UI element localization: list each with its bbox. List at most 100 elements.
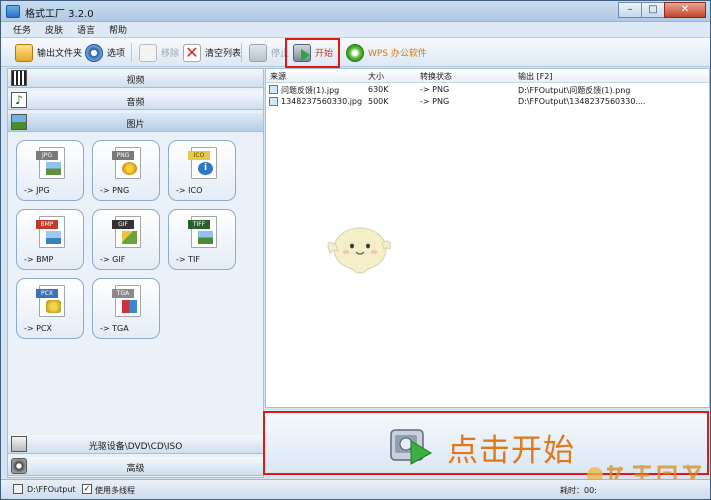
tile-tag: PNG: [112, 151, 134, 160]
info-icon: i: [198, 162, 213, 175]
output-path: D:\FFOutput: [27, 485, 76, 494]
tile-art: [46, 162, 61, 175]
multithread-label: 使用多线程: [95, 486, 135, 495]
clear-list-label: 清空列表: [205, 49, 242, 59]
tile-label: -> BMP: [24, 255, 54, 264]
tile-art: [46, 300, 61, 313]
pcx-file-icon: PCX: [36, 285, 65, 317]
tile-art: [46, 231, 61, 244]
row-status: -> PNG: [420, 85, 450, 94]
tile-tag: TIFF: [188, 220, 210, 229]
start-label: 开始: [315, 49, 334, 59]
options-button[interactable]: 选项: [85, 41, 125, 64]
toolbar: 输出文件夹 选项 移除 ✕ 清空列表 停止 开始 WPS 办公软件: [1, 38, 710, 68]
options-label: 选项: [107, 49, 126, 59]
category-audio-label: 音频: [126, 98, 145, 108]
col-output[interactable]: 输出 [F2]: [518, 71, 552, 82]
task-list-header: 来源 大小 转换状态 输出 [F2]: [266, 69, 709, 83]
row-source: 1348237560330.jpg: [281, 97, 363, 106]
folder-icon[interactable]: [13, 484, 23, 494]
category-video[interactable]: 视频: [8, 69, 263, 88]
tile-label: -> ICO: [176, 186, 203, 195]
minimize-button[interactable]: –: [618, 2, 642, 18]
remove-icon: [139, 43, 157, 62]
tile-label: -> JPG: [24, 186, 50, 195]
category-optical[interactable]: 光驱设备\DVD\CD\ISO: [8, 435, 263, 454]
start-icon: [293, 43, 311, 62]
maximize-button[interactable]: □: [641, 2, 665, 18]
tile-tag: BMP: [36, 220, 58, 229]
tile-to-jpg[interactable]: JPG -> JPG: [16, 140, 84, 201]
tile-to-gif[interactable]: GIF -> GIF: [92, 209, 160, 270]
remove-button[interactable]: 移除: [139, 41, 179, 64]
title-bar: 格式工厂 3.2.0 – □ ✕: [1, 1, 710, 22]
gear-icon: [85, 43, 103, 62]
image-format-grid: JPG -> JPG PNG -> PNG ICO i -> ICO BMP -…: [8, 138, 263, 434]
row-output: D:\FFOutput\问题反馈(1).png: [518, 86, 631, 95]
tile-to-bmp[interactable]: BMP -> BMP: [16, 209, 84, 270]
clear-x-icon: ✕: [183, 43, 201, 62]
table-row[interactable]: 问题反馈(1).jpg 630K -> PNG D:\FFOutput\问题反馈…: [266, 84, 709, 96]
tile-art: [122, 162, 137, 175]
menu-skin[interactable]: 皮肤: [45, 23, 63, 36]
row-source: 问题反馈(1).jpg: [281, 86, 340, 95]
jpg-file-icon: JPG: [36, 147, 65, 179]
row-size: 630K: [368, 85, 389, 94]
col-size[interactable]: 大小: [368, 71, 384, 82]
tile-label: -> GIF: [100, 255, 126, 264]
tile-to-ico[interactable]: ICO i -> ICO: [168, 140, 236, 201]
stop-button[interactable]: 停止: [249, 41, 289, 64]
wps-button[interactable]: WPS 办公软件: [346, 41, 427, 64]
multithread-checkbox[interactable]: ✓: [82, 484, 92, 494]
menu-language[interactable]: 语言: [77, 23, 95, 36]
tile-art: [122, 231, 137, 244]
tile-art: [198, 231, 213, 244]
category-audio[interactable]: ♪ 音频: [8, 91, 263, 110]
ico-file-icon: ICO i: [188, 147, 217, 179]
col-status[interactable]: 转换状态: [420, 71, 452, 82]
menu-task[interactable]: 任务: [13, 23, 31, 36]
stop-icon: [249, 43, 267, 62]
row-size: 500K: [368, 97, 389, 106]
output-folder-button[interactable]: 输出文件夹: [15, 41, 82, 64]
start-button[interactable]: 开始: [293, 41, 333, 64]
category-advanced-label: 高级: [126, 464, 145, 474]
start-play-icon: [390, 429, 433, 465]
row-status: -> PNG: [420, 97, 450, 106]
tile-to-tif[interactable]: TIFF -> TIF: [168, 209, 236, 270]
row-output: D:\FFOutput\1348237560330....: [518, 97, 646, 106]
tga-file-icon: TGA: [112, 285, 141, 317]
close-button[interactable]: ✕: [664, 2, 706, 18]
table-row[interactable]: 1348237560330.jpg 500K -> PNG D:\FFOutpu…: [266, 96, 709, 108]
tile-tag: TGA: [112, 289, 134, 298]
tile-label: -> TGA: [100, 324, 129, 333]
col-source[interactable]: 来源: [270, 71, 286, 82]
status-bar: D:\FFOutput ✓ 使用多线程 耗时：00:: [1, 479, 710, 499]
tile-tag: ICO: [188, 151, 210, 160]
tile-to-pcx[interactable]: PCX -> PCX: [16, 278, 84, 339]
wps-label: WPS 办公软件: [368, 49, 427, 59]
menu-help[interactable]: 帮助: [109, 23, 127, 36]
toolbar-separator: [241, 43, 242, 62]
tile-label: -> PCX: [24, 324, 53, 333]
category-image[interactable]: 图片: [8, 113, 263, 132]
clear-list-button[interactable]: ✕ 清空列表: [183, 41, 241, 64]
tile-label: -> TIF: [176, 255, 200, 264]
output-folder-label: 输出文件夹: [37, 49, 83, 59]
category-optical-label: 光驱设备\DVD\CD\ISO: [88, 442, 183, 452]
category-advanced[interactable]: 高级: [8, 457, 263, 476]
tile-to-png[interactable]: PNG -> PNG: [92, 140, 160, 201]
mascot-illustration: [327, 227, 391, 274]
category-image-label: 图片: [126, 120, 145, 130]
tile-to-tga[interactable]: TGA -> TGA: [92, 278, 160, 339]
menu-bar: 任务 皮肤 语言 帮助: [1, 22, 710, 38]
wps-icon: [346, 43, 364, 62]
task-list: 来源 大小 转换状态 输出 [F2] 问题反馈(1).jpg 630K -> P…: [265, 68, 710, 408]
start-call-to-action: 点击开始: [447, 433, 575, 469]
image-file-icon: [269, 97, 278, 106]
tiff-file-icon: TIFF: [188, 216, 217, 248]
elapsed-time: 耗时：00:: [560, 486, 597, 495]
tile-tag: GIF: [112, 220, 134, 229]
image-file-icon: [269, 85, 278, 94]
tile-tag: PCX: [36, 289, 58, 298]
